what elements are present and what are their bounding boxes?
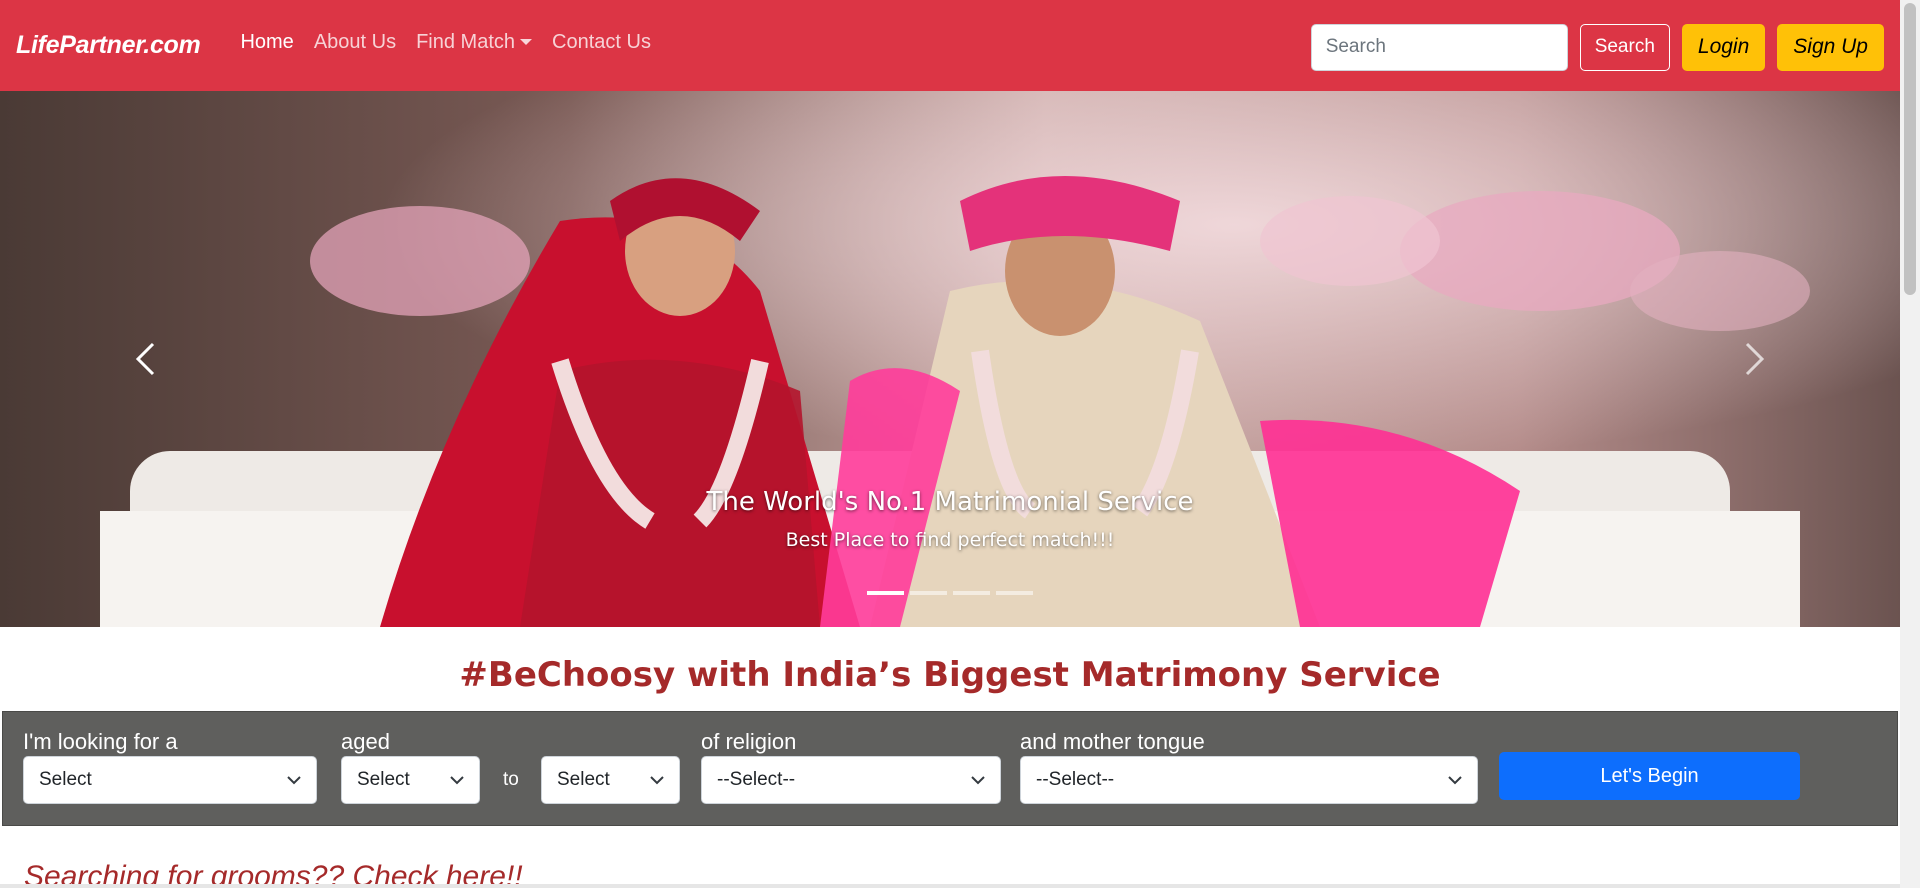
chevron-right-icon [1745, 342, 1765, 376]
age-from-value: Select [357, 769, 410, 790]
mother-tongue-label: and mother tongue [1020, 729, 1205, 754]
age-to-separator: to [503, 769, 519, 790]
carousel-indicators [0, 591, 1900, 595]
age-from-select[interactable]: Select [341, 756, 480, 804]
nav-link-find-match[interactable]: Find Match [406, 31, 542, 54]
navbar: LifePartner.com Home About Us Find Match… [0, 0, 1900, 91]
nav-links: Home About Us Find Match Contact Us [230, 31, 661, 54]
aged-label: aged [341, 729, 390, 754]
carousel-indicator-2[interactable] [910, 591, 947, 595]
age-to-select[interactable]: Select [541, 756, 680, 804]
search-button[interactable]: Search [1579, 23, 1670, 71]
scrollbar-thumb[interactable] [1904, 3, 1916, 295]
chevron-down-icon [450, 775, 464, 784]
search-input[interactable] [1310, 23, 1568, 71]
nav-link-contact-us[interactable]: Contact Us [542, 31, 661, 54]
mother-tongue-value: --Select-- [1036, 769, 1115, 790]
chevron-down-icon [1448, 775, 1462, 784]
chevron-down-icon [650, 775, 664, 784]
carousel-caption: The World's No.1 Matrimonial Service Bes… [0, 487, 1900, 551]
login-button[interactable]: Login [1681, 23, 1766, 71]
carousel-caption-title: The World's No.1 Matrimonial Service [706, 487, 1194, 517]
nav-link-home[interactable]: Home [230, 31, 303, 54]
page-scrollbar[interactable] [1900, 0, 1920, 888]
carousel-caption-text: Best Place to find perfect match!!! [785, 529, 1115, 551]
caret-down-icon [520, 39, 533, 46]
looking-for-select[interactable]: Select [23, 756, 317, 804]
carousel-indicator-4[interactable] [996, 591, 1033, 595]
signup-button[interactable]: Sign Up [1777, 23, 1884, 71]
hero-carousel: The World's No.1 Matrimonial Service Bes… [0, 91, 1900, 627]
mother-tongue-select[interactable]: --Select-- [1020, 756, 1478, 804]
chevron-down-icon [287, 775, 301, 784]
age-to-value: Select [557, 769, 610, 790]
lets-begin-button[interactable]: Let's Begin [1499, 752, 1800, 800]
looking-for-value: Select [39, 769, 92, 790]
chevron-left-icon [135, 342, 155, 376]
nav-link-find-match-label: Find Match [416, 30, 516, 53]
nav-link-about-us[interactable]: About Us [304, 31, 406, 54]
carousel-indicator-3[interactable] [953, 591, 990, 595]
religion-value: --Select-- [717, 769, 796, 790]
tagline-heading: #BeChoosy with India’s Biggest Matrimony… [459, 655, 1441, 695]
window-bottom-edge [0, 884, 1900, 888]
nav-right: Search Login Sign Up [1310, 23, 1884, 71]
chevron-down-icon [971, 775, 985, 784]
religion-label: of religion [701, 729, 797, 754]
religion-select[interactable]: --Select-- [701, 756, 1001, 804]
match-search-form: I'm looking for a Select aged Select to … [2, 711, 1898, 826]
brand-logo[interactable]: LifePartner.com [16, 31, 201, 60]
carousel-indicator-1[interactable] [867, 591, 904, 595]
looking-for-label: I'm looking for a [23, 729, 178, 754]
